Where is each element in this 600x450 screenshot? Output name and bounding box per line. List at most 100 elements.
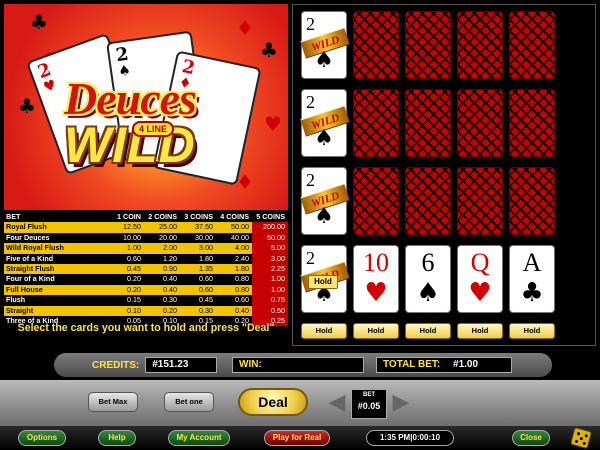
card-back [353, 11, 399, 79]
pay-table-row: Five of a Kind 0.60 1.20 1.80 2.40 3.00 [4, 253, 288, 264]
payout-cell: 1.00 [252, 274, 288, 285]
total-bet-label: TOTAL BET: [383, 359, 441, 370]
play-for-real-button[interactable]: Play for Real [264, 430, 330, 446]
pay-table-header-cell: 2 COINS [148, 212, 177, 221]
bet-one-button[interactable]: Bet one [164, 392, 214, 412]
pay-table-row: Flush 0.15 0.30 0.45 0.60 0.75 [4, 295, 288, 306]
card-rank: 6 [421, 248, 435, 277]
card-deuce-wild[interactable]: 2 WILD ♠ [300, 89, 350, 157]
payout-cell: 4.00 [235, 243, 249, 253]
bet-increase-arrow-icon[interactable]: ▶ [392, 390, 410, 416]
extra-hand-row: 2 WILD ♠ [300, 11, 591, 79]
logo-badge: 4 LINE [132, 121, 175, 137]
card-back [509, 11, 555, 79]
game-window: ♣ ♦ ♣ ♥ ♣ ♥ ♦ 2♥ 2♠ 2♦ Deuces WILD 4 LIN… [0, 0, 600, 450]
bet-decrease-arrow-icon[interactable]: ◀ [328, 390, 346, 416]
hand-name-cell: Full House [6, 284, 43, 294]
heart-suit-icon: ♥ [364, 278, 388, 308]
win-label: WIN: [239, 359, 262, 370]
hold-button[interactable]: Hold [457, 323, 503, 339]
pay-table-row: Four Deuces 10.00 20.00 30.00 40.00 50.00 [4, 232, 288, 244]
hold-button[interactable]: Hold [509, 323, 555, 339]
payout-cell: 5.00 [252, 243, 288, 254]
payout-cell: 0.60 [127, 253, 141, 263]
payout-cell: 40.00 [231, 232, 249, 242]
credits-display: CREDITS: #151.23 [92, 357, 218, 373]
hand-name-cell: Five of a Kind [6, 253, 54, 263]
pay-table-header-cell: 1 COIN [117, 212, 141, 221]
hold-button[interactable]: Hold [405, 323, 451, 339]
card-back [353, 167, 399, 235]
hand-name-cell: Royal Flush [6, 222, 47, 232]
help-button[interactable]: Help [98, 430, 136, 446]
payout-cell: 0.80 [235, 284, 249, 294]
options-button[interactable]: Options [18, 430, 66, 446]
bet-max-button[interactable]: Bet Max [88, 392, 138, 412]
card-back [353, 89, 399, 157]
payout-cell: 1.20 [163, 253, 177, 263]
payout-cell: 2.25 [252, 263, 288, 275]
total-bet-display: TOTAL BET: #1.00 [376, 357, 512, 373]
card-deuce-wild[interactable]: 2WILD♠Hold [300, 245, 350, 313]
control-panel: Bet Max Bet one Deal ◀ BET #0.05 ▶ [0, 380, 600, 426]
logo-title-wild: WILD [64, 117, 196, 173]
pay-table-row: Four of a Kind 0.20 0.40 0.60 0.80 1.00 [4, 274, 288, 285]
payout-cell: 2.00 [163, 243, 177, 253]
session-clock: 1:35 PM|0:00:10 [366, 430, 454, 446]
payout-cell: 0.60 [199, 284, 213, 294]
payout-cell: 3.00 [199, 243, 213, 253]
club-suit-decoration: ♣ [260, 38, 278, 62]
hold-buttons-row: Hold Hold Hold Hold Hold [301, 323, 591, 339]
card-deuce-wild[interactable]: 2 WILD ♠ [300, 11, 350, 79]
hand-name-cell: Flush [6, 295, 26, 305]
pay-table-row: Wild Royal Flush 1.00 2.00 3.00 4.00 5.00 [4, 243, 288, 254]
payout-cell: 0.45 [127, 263, 141, 273]
payout-cell: 0.75 [252, 295, 288, 306]
close-button[interactable]: Close [512, 430, 550, 446]
deal-button[interactable]: Deal [238, 388, 308, 416]
hand-name-cell: Straight [6, 305, 34, 315]
playing-card[interactable]: A ♣ [509, 245, 555, 313]
hold-button[interactable]: Hold [353, 323, 399, 339]
pay-table-header-cell: 5 COINS [256, 212, 285, 221]
pay-table-row: Full House 0.20 0.40 0.60 0.80 1.00 [4, 284, 288, 296]
payout-cell: 200.00 [252, 222, 288, 233]
payout-cell: 0.40 [235, 305, 249, 315]
payout-cell: 12.50 [123, 222, 141, 232]
card-back [405, 167, 451, 235]
card-back [405, 89, 451, 157]
dice-icon [569, 426, 593, 450]
payout-cell: 0.80 [235, 274, 249, 284]
payout-cell: 0.20 [127, 274, 141, 284]
my-account-button[interactable]: My Account [168, 430, 230, 446]
held-tag: Hold [308, 275, 338, 289]
payout-cell: 25.00 [159, 222, 177, 232]
card-back [405, 11, 451, 79]
total-bet-value: #1.00 [453, 359, 479, 370]
payout-cell: 0.30 [163, 295, 177, 305]
club-suit-decoration: ♣ [18, 94, 36, 118]
payout-cell: 0.15 [127, 295, 141, 305]
payout-cell: 0.20 [163, 305, 177, 315]
pay-table-header-cell: 3 COINS [184, 212, 213, 221]
spade-suit-icon: ♠ [314, 48, 334, 73]
playing-card[interactable]: 6 ♠ [405, 245, 451, 313]
win-display: WIN: [232, 357, 364, 373]
extra-hand-row: 2 WILD ♠ [300, 89, 591, 157]
pay-table-header-cell: BET [6, 212, 21, 221]
payout-cell: 0.50 [252, 305, 288, 316]
status-bar: CREDITS: #151.23 WIN: TOTAL BET: #1.00 [54, 353, 552, 377]
spade-suit-icon: ♠ [314, 126, 334, 151]
hold-button[interactable]: Hold [301, 323, 347, 339]
hand-name-cell: Four of a Kind [6, 274, 55, 284]
instruction-text: Select the cards you want to hold and pr… [17, 322, 275, 334]
payout-cell: 1.80 [235, 263, 249, 273]
payout-cell: 50.00 [231, 222, 249, 232]
card-back [509, 89, 555, 157]
payout-cell: 0.45 [199, 295, 213, 305]
card-back [457, 11, 503, 79]
card-deuce-wild[interactable]: 2 WILD ♠ [300, 167, 350, 235]
playing-card[interactable]: Q ♥ [457, 245, 503, 313]
playing-card[interactable]: 10 ♥ [353, 245, 399, 313]
hand-name-cell: Straight Flush [6, 263, 55, 273]
